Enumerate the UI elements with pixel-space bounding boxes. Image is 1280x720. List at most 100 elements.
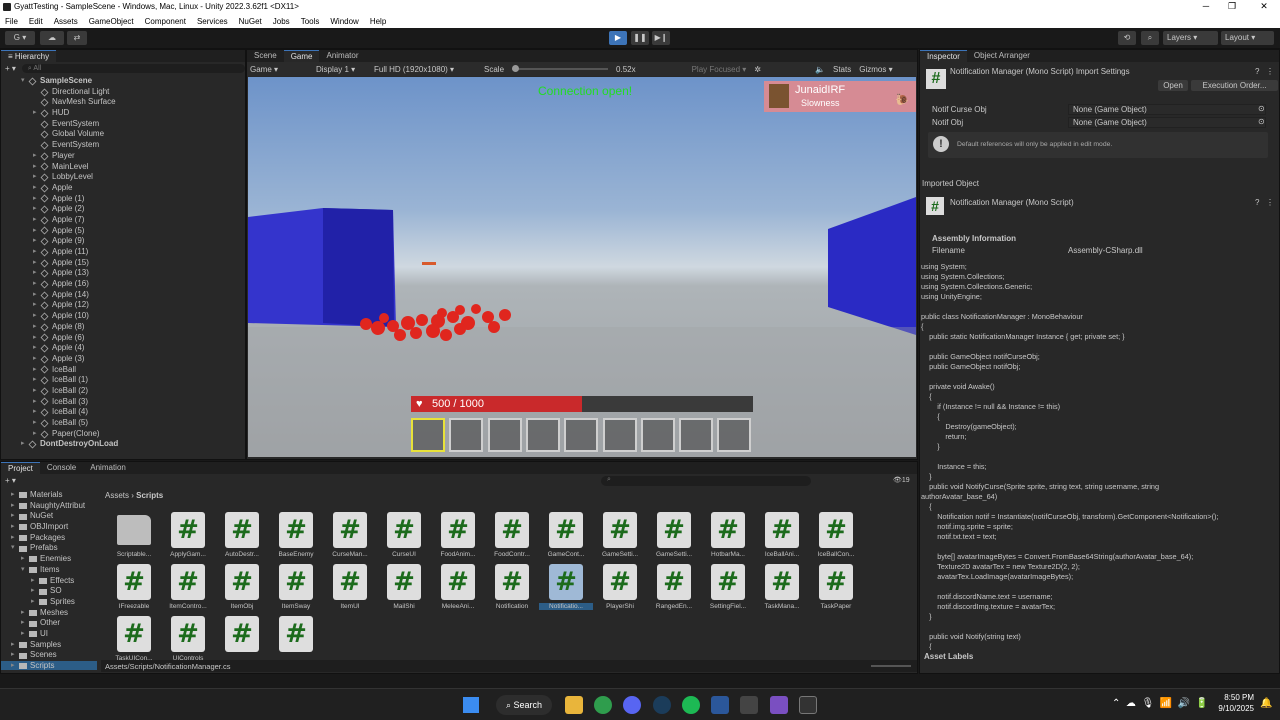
folder-tree-item[interactable]: ▸ Enemies (1, 554, 97, 565)
hierarchy-item[interactable]: ▸ Apple (2) (1, 204, 245, 215)
folder-tree-item[interactable]: ▾ Items (1, 565, 97, 576)
play-button[interactable]: ▶ (609, 31, 627, 45)
imported-more-icon[interactable]: ⋮ (1266, 198, 1274, 207)
folder-tree-item[interactable]: ▸ OBJImport (1, 522, 97, 533)
menu-nuget[interactable]: NuGet (239, 17, 262, 26)
tab-animation[interactable]: Animation (83, 462, 133, 474)
steam-icon[interactable] (653, 696, 671, 714)
expand-arrow-icon[interactable]: ▸ (33, 397, 41, 408)
folder-expand-icon[interactable]: ▸ (11, 533, 19, 544)
menu-jobs[interactable]: Jobs (273, 17, 290, 26)
folder-expand-icon[interactable]: ▸ (31, 586, 39, 597)
tab-console[interactable]: Console (40, 462, 83, 474)
folder-expand-icon[interactable]: ▾ (11, 543, 19, 554)
folder-expand-icon[interactable]: ▸ (11, 650, 19, 661)
hierarchy-item[interactable]: ▸ IceBall (3) (1, 397, 245, 408)
open-button[interactable]: Open (1158, 80, 1188, 91)
terminal-icon[interactable] (799, 696, 817, 714)
asset-script[interactable]: # PlayerShi (593, 564, 647, 610)
asset-script[interactable]: # GameSetti... (593, 512, 647, 558)
hotbar-slot[interactable] (449, 418, 484, 452)
asset-script[interactable]: # UIControls (161, 616, 215, 660)
project-add-icon[interactable]: + ▾ (5, 476, 16, 485)
asset-script[interactable]: # RangedEn... (647, 564, 701, 610)
history-icon[interactable]: ⟲ (1118, 31, 1136, 45)
tab-object-arranger[interactable]: Object Arranger (967, 50, 1037, 62)
folder-tree-item[interactable]: ▸ Effects (1, 576, 97, 587)
resolution-dropdown[interactable]: Full HD (1920x1080) ▾ (374, 65, 476, 74)
stats-button[interactable]: Stats (833, 65, 851, 74)
asset-script[interactable]: # ItemObj (215, 564, 269, 610)
hierarchy-item[interactable]: ▸ MainLevel (1, 162, 245, 173)
gizmos-dropdown[interactable]: Gizmos ▾ (859, 65, 892, 74)
project-search-input[interactable]: ⌕ (601, 476, 811, 486)
asset-script[interactable]: # MailShi (377, 564, 431, 610)
asset-folder[interactable]: Scriptable... (107, 512, 161, 558)
folder-tree-item[interactable]: ▸ Scripts (1, 661, 97, 670)
menu-file[interactable]: File (5, 17, 18, 26)
object-picker-icon[interactable]: ⊙ (1258, 104, 1265, 113)
visual-studio-icon[interactable] (770, 696, 788, 714)
menu-gameobject[interactable]: GameObject (89, 17, 134, 26)
close-button[interactable]: ✕ (1254, 1, 1274, 13)
more-icon[interactable]: ⋮ (1266, 67, 1274, 76)
tab-hierarchy[interactable]: ≡ Hierarchy (1, 50, 57, 62)
taskbar-search[interactable]: ⌕ Search (496, 695, 552, 715)
menu-assets[interactable]: Assets (54, 17, 78, 26)
icon-size-slider[interactable] (871, 665, 911, 667)
folder-expand-icon[interactable]: ▸ (31, 597, 39, 608)
asset-script[interactable]: # IceBallCon... (809, 512, 863, 558)
folder-tree-item[interactable]: ▸ NuGet (1, 511, 97, 522)
hierarchy-item[interactable]: ▸ Apple (15) (1, 258, 245, 269)
execution-order-button[interactable]: Execution Order... (1191, 80, 1278, 91)
tab-game[interactable]: Game (283, 50, 320, 62)
minimize-button[interactable]: ─ (1196, 1, 1216, 13)
hierarchy-item[interactable]: Directional Light (1, 87, 245, 98)
asset-script[interactable]: # BaseEnemy (269, 512, 323, 558)
folder-expand-icon[interactable]: ▸ (11, 640, 19, 651)
step-button[interactable]: ▶❙ (652, 31, 670, 45)
tab-scene[interactable]: Scene (247, 50, 284, 62)
hierarchy-item[interactable]: ▸ Apple (11) (1, 247, 245, 258)
folder-expand-icon[interactable]: ▾ (21, 565, 29, 576)
hierarchy-item[interactable]: ▸ IceBall (5) (1, 418, 245, 429)
folder-expand-icon[interactable]: ▸ (21, 629, 29, 640)
notification-bell-icon[interactable]: 🔔 (1260, 698, 1272, 709)
word-icon[interactable] (711, 696, 729, 714)
hierarchy-item[interactable]: ▸ IceBall (1, 365, 245, 376)
hierarchy-item[interactable]: ▸ Apple (7) (1, 215, 245, 226)
settings-icon[interactable]: ✲ (754, 65, 761, 74)
hierarchy-item[interactable]: Global Volume (1, 129, 245, 140)
expand-arrow-icon[interactable]: ▸ (33, 226, 41, 237)
hotbar-slot[interactable] (717, 418, 752, 452)
hierarchy-item[interactable]: ▸ IceBall (2) (1, 386, 245, 397)
folder-tree-item[interactable]: ▸ Samples (1, 640, 97, 651)
hierarchy-item[interactable]: ▸ Paper(Clone) (1, 429, 245, 440)
hotbar-slot[interactable] (564, 418, 599, 452)
asset-script[interactable]: # (269, 616, 323, 660)
folder-expand-icon[interactable]: ▸ (21, 618, 29, 629)
collab-icon[interactable]: ⇄ (67, 31, 87, 45)
asset-script[interactable]: # CurseUI (377, 512, 431, 558)
folder-expand-icon[interactable]: ▸ (11, 661, 19, 670)
hierarchy-item[interactable]: ▸ IceBall (1) (1, 375, 245, 386)
hotbar-slot[interactable] (679, 418, 714, 452)
expand-arrow-icon[interactable]: ▸ (33, 365, 41, 376)
hierarchy-item[interactable]: ▸ Apple (14) (1, 290, 245, 301)
folder-tree-item[interactable]: ▸ UI (1, 629, 97, 640)
hierarchy-item[interactable]: ▸ Apple (8) (1, 322, 245, 333)
hierarchy-item[interactable]: ▸ Apple (1) (1, 194, 245, 205)
hierarchy-item[interactable]: ▸ Apple (3) (1, 354, 245, 365)
asset-script[interactable]: # IceBallAni... (755, 512, 809, 558)
expand-arrow-icon[interactable]: ▸ (33, 300, 41, 311)
asset-script[interactable]: # ApplyGam... (161, 512, 215, 558)
folder-tree-item[interactable]: ▸ SO (1, 586, 97, 597)
hierarchy-item[interactable]: ▸ Apple (13) (1, 268, 245, 279)
layers-dropdown[interactable]: Layers ▾ (1163, 31, 1218, 45)
search-icon[interactable]: ⌕ (1141, 31, 1159, 45)
asset-script[interactable]: # HotbarMa... (701, 512, 755, 558)
folder-expand-icon[interactable]: ▸ (21, 608, 29, 619)
asset-labels[interactable]: Asset Labels (924, 652, 973, 661)
folder-expand-icon[interactable]: ▸ (11, 511, 19, 522)
folder-tree-item[interactable]: ▸ Sprites (1, 597, 97, 608)
